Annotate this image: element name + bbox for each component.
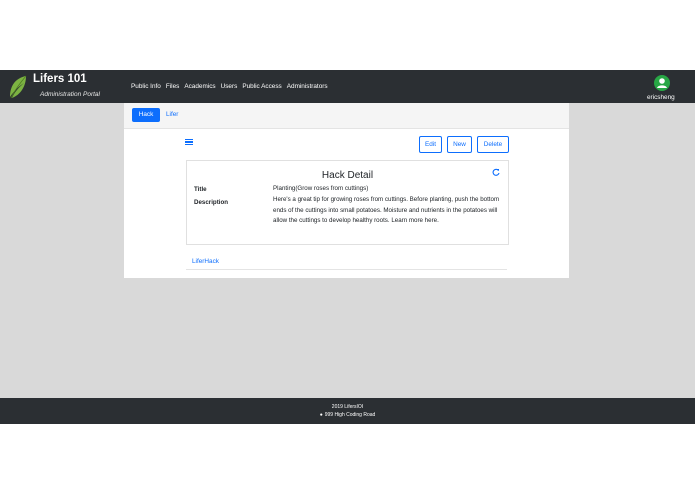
- list-icon[interactable]: [185, 139, 193, 146]
- footer-address-text: 999 High Coding Road: [324, 412, 376, 418]
- tab-bar: Hack Lifer: [124, 103, 569, 129]
- nav-public-access[interactable]: Public Access: [242, 83, 281, 90]
- title-label: Title: [194, 186, 207, 193]
- detail-heading: Hack Detail: [321, 170, 374, 181]
- refresh-icon[interactable]: [492, 168, 500, 176]
- footer: 2019 LifersIOI ● 999 High Coding Road: [0, 398, 695, 424]
- edit-button[interactable]: Edit: [419, 136, 442, 153]
- brand-title[interactable]: Lifers 101: [33, 73, 87, 85]
- tab-hack[interactable]: Hack: [132, 108, 160, 122]
- nav-public-info[interactable]: Public Info: [131, 83, 161, 90]
- brand-subtitle: Administration Portal: [40, 91, 100, 98]
- footer-address: ● 999 High Coding Road: [0, 412, 695, 418]
- divider: [186, 269, 507, 270]
- leaf-logo-icon[interactable]: [8, 75, 28, 99]
- nav-users[interactable]: Users: [221, 83, 238, 90]
- hack-detail-card: Hack Detail Title Planting(Grow roses fr…: [186, 160, 509, 245]
- nav-files[interactable]: Files: [166, 83, 180, 90]
- title-value: Planting(Grow roses from cuttings): [273, 185, 369, 192]
- main-panel: Hack Lifer Edit New Delete Hack Detail T…: [124, 103, 569, 278]
- delete-button[interactable]: Delete: [477, 136, 509, 153]
- new-button[interactable]: New: [447, 136, 472, 153]
- footer-copyright: 2019 LifersIOI: [331, 404, 364, 410]
- user-avatar-icon[interactable]: [654, 75, 670, 91]
- location-pin-icon: ●: [319, 412, 323, 418]
- description-value: Here's a great tip for growing roses fro…: [273, 196, 500, 224]
- description-label: Description: [194, 199, 229, 206]
- content-area: Hack Lifer Edit New Delete Hack Detail T…: [0, 103, 695, 398]
- main-nav: Public Info Files Academics Users Public…: [131, 83, 333, 90]
- nav-administrators[interactable]: Administrators: [287, 83, 328, 90]
- user-name[interactable]: ericsheng: [647, 94, 675, 101]
- liferhack-link[interactable]: LiferHack: [192, 258, 219, 265]
- tab-lifer[interactable]: Lifer: [166, 108, 178, 122]
- nav-academics[interactable]: Academics: [184, 83, 215, 90]
- top-navbar: Lifers 101 Administration Portal Public …: [0, 70, 695, 103]
